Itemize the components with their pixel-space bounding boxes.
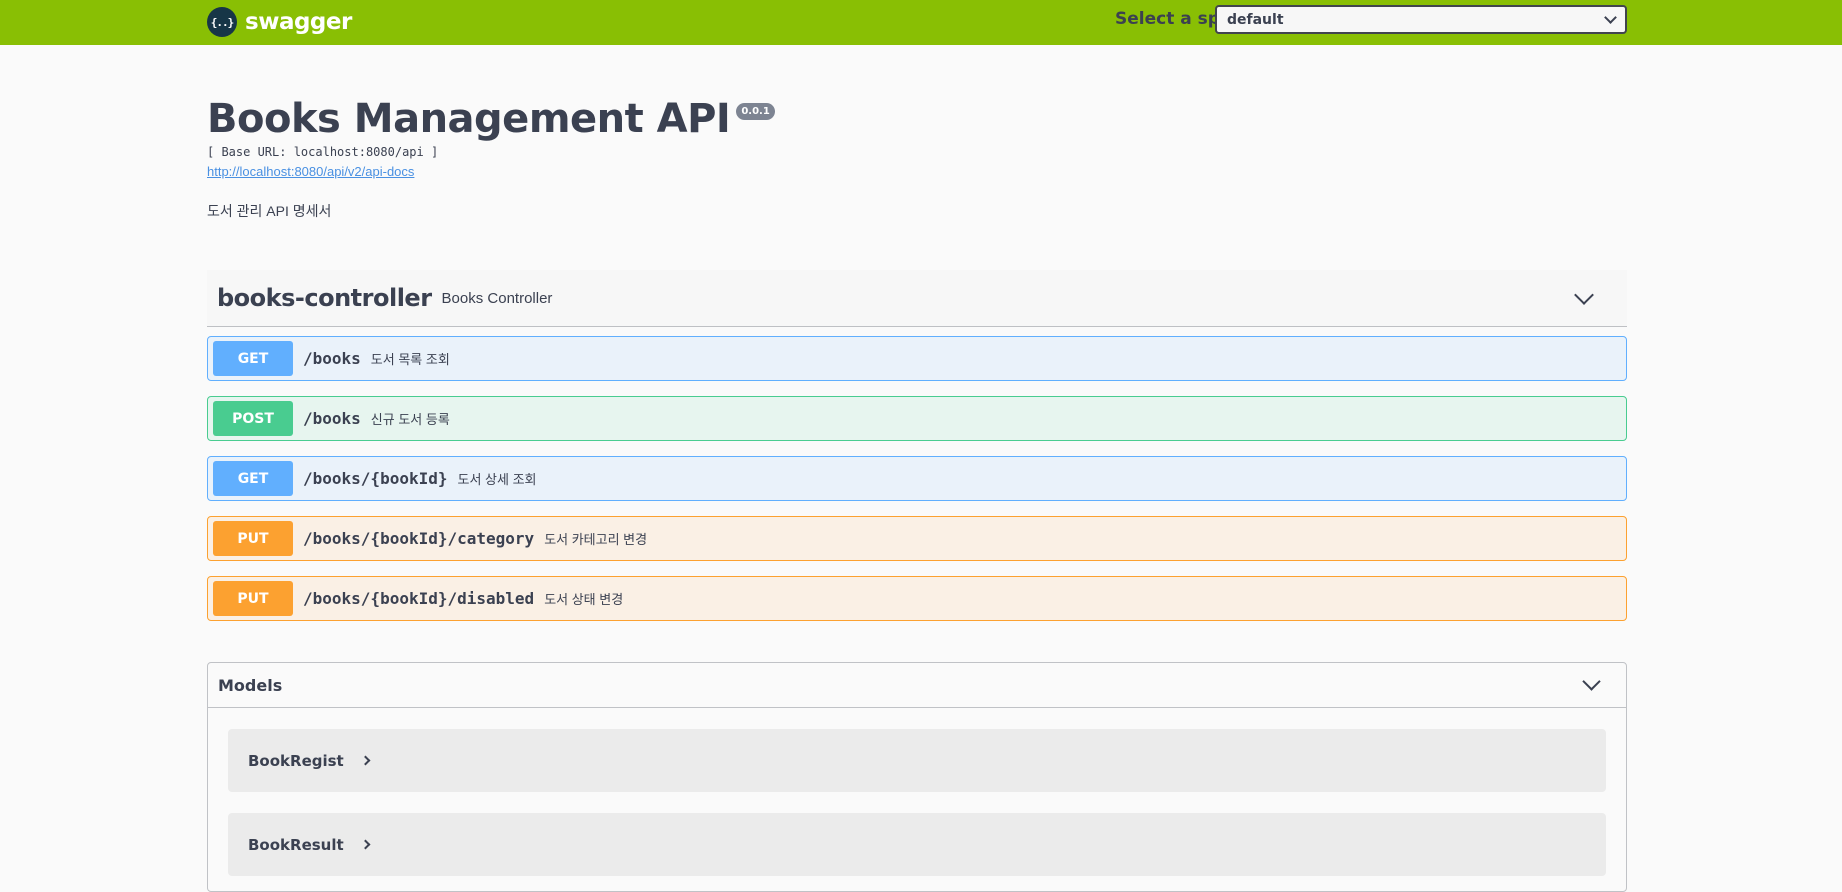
books-controller-section-header[interactable]: books-controller Books Controller — [207, 270, 1627, 327]
api-description: 도서 관리 API 명세서 — [207, 203, 332, 219]
operation-path: /books/{bookId} — [303, 469, 448, 488]
chevron-right-icon — [360, 755, 371, 766]
method-badge: PUT — [213, 581, 293, 616]
spec-select[interactable]: default — [1215, 5, 1627, 34]
model-item-bookregist[interactable]: BookRegist — [228, 729, 1606, 792]
model-item-bookresult[interactable]: BookResult — [228, 813, 1606, 876]
chevron-down-icon[interactable] — [1582, 672, 1601, 691]
operation-get-books[interactable]: GET /books 도서 목록 조회 — [207, 336, 1627, 381]
model-name: BookResult — [248, 835, 344, 854]
operation-summary: 도서 카테고리 변경 — [544, 532, 648, 547]
model-name: BookRegist — [248, 751, 344, 770]
method-badge: GET — [213, 461, 293, 496]
operation-path: /books/{bookId}/category — [303, 529, 535, 548]
operation-summary: 도서 목록 조회 — [370, 352, 450, 367]
api-title: Books Management API — [207, 96, 731, 142]
controller-description: Books Controller — [441, 289, 553, 307]
operation-post-books[interactable]: POST /books 신규 도서 등록 — [207, 396, 1627, 441]
operation-summary: 도서 상태 변경 — [544, 592, 624, 607]
api-docs-link[interactable]: http://localhost:8080/api/v2/api-docs — [207, 164, 1627, 179]
operation-get-book-detail[interactable]: GET /books/{bookId} 도서 상세 조회 — [207, 456, 1627, 501]
operation-put-book-disabled[interactable]: PUT /books/{bookId}/disabled 도서 상태 변경 — [207, 576, 1627, 621]
operation-summary: 도서 상세 조회 — [457, 472, 537, 487]
operation-path: /books — [303, 409, 361, 428]
api-info: Books Management API 0.0.1 [ Base URL: l… — [207, 95, 1627, 221]
models-title: Models — [218, 675, 283, 695]
method-badge: POST — [213, 401, 293, 436]
models-header[interactable]: Models — [208, 663, 1626, 708]
spec-select-value: default — [1227, 11, 1284, 28]
chevron-down-icon — [1604, 11, 1617, 24]
operation-path: /books — [303, 349, 361, 368]
chevron-right-icon — [360, 839, 371, 850]
base-url: [ Base URL: localhost:8080/api ] — [207, 145, 439, 159]
chevron-down-icon[interactable] — [1574, 285, 1594, 305]
method-badge: GET — [213, 341, 293, 376]
operation-summary: 신규 도서 등록 — [370, 412, 450, 427]
swagger-logo-text: swagger — [245, 9, 352, 35]
operation-put-book-category[interactable]: PUT /books/{bookId}/category 도서 카테고리 변경 — [207, 516, 1627, 561]
topbar: {..} swagger Select a spec default — [0, 0, 1842, 45]
swagger-logo[interactable]: {..} swagger — [207, 5, 352, 39]
method-badge: PUT — [213, 521, 293, 556]
operation-path: /books/{bookId}/disabled — [303, 589, 535, 608]
controller-name: books-controller — [217, 284, 432, 312]
version-badge: 0.0.1 — [736, 103, 775, 120]
swagger-logo-icon: {..} — [207, 7, 237, 37]
models-section: Models BookRegist BookResult — [207, 662, 1627, 892]
